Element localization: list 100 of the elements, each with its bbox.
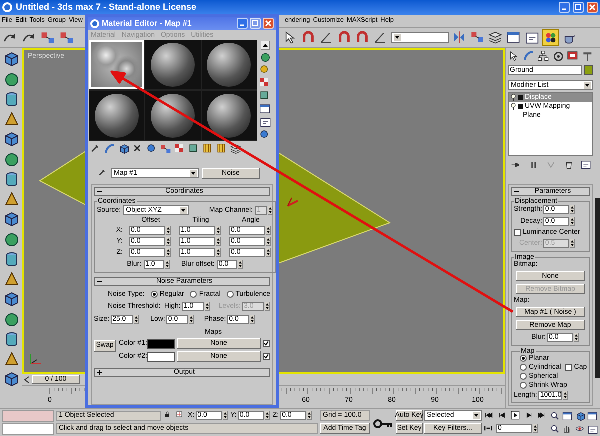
monitor-icon[interactable] bbox=[566, 50, 578, 62]
spinner-icon[interactable] bbox=[166, 248, 171, 257]
cube-icon[interactable] bbox=[574, 410, 586, 422]
spinner-icon[interactable] bbox=[264, 411, 270, 420]
square-icon[interactable] bbox=[188, 143, 200, 155]
bars-icon[interactable] bbox=[216, 143, 228, 155]
cursor-icon[interactable] bbox=[283, 30, 298, 45]
close-button[interactable] bbox=[587, 2, 598, 13]
radio-icon[interactable] bbox=[520, 364, 527, 371]
last-frame-icon[interactable] bbox=[538, 410, 548, 420]
spinner-icon[interactable] bbox=[166, 226, 171, 235]
spinner-icon[interactable] bbox=[222, 411, 228, 420]
magnifier-icon[interactable] bbox=[550, 410, 562, 422]
scroll-arrow-icon[interactable] bbox=[260, 41, 270, 50]
bulb-icon[interactable] bbox=[511, 94, 516, 101]
spinner-icon[interactable] bbox=[166, 237, 171, 246]
maximize-button[interactable] bbox=[250, 18, 261, 29]
square-icon[interactable] bbox=[259, 90, 271, 102]
spinner-icon[interactable] bbox=[266, 226, 271, 235]
spinner-icon[interactable] bbox=[563, 391, 568, 400]
spinner-icon[interactable] bbox=[307, 411, 312, 420]
hierarchy-icon[interactable] bbox=[537, 50, 550, 62]
spinner-icon[interactable] bbox=[570, 205, 576, 214]
circle-icon[interactable] bbox=[552, 50, 564, 62]
config-icon[interactable] bbox=[586, 424, 598, 436]
first-frame-icon[interactable] bbox=[484, 410, 494, 420]
window-icon[interactable] bbox=[506, 30, 521, 45]
maximize-button[interactable] bbox=[573, 2, 584, 13]
sample-slot[interactable] bbox=[145, 91, 201, 140]
spinner-icon[interactable] bbox=[268, 206, 273, 214]
checkbox-icon[interactable] bbox=[263, 353, 270, 360]
spinner-icon[interactable] bbox=[216, 248, 221, 257]
magnet-icon[interactable] bbox=[337, 30, 352, 45]
spinner-icon[interactable] bbox=[134, 315, 139, 324]
spinner-icon[interactable] bbox=[570, 217, 576, 226]
sphere-icon[interactable] bbox=[259, 51, 271, 63]
window-icon[interactable] bbox=[259, 103, 271, 115]
spinner-icon[interactable] bbox=[189, 315, 194, 324]
magnifier-icon[interactable] bbox=[550, 424, 562, 436]
config-icon[interactable] bbox=[524, 30, 539, 45]
bars-icon[interactable] bbox=[202, 143, 214, 155]
cube-icon[interactable] bbox=[118, 143, 130, 155]
spinner-icon[interactable] bbox=[265, 302, 270, 311]
script-listener-field[interactable] bbox=[2, 410, 54, 422]
spinner-icon[interactable] bbox=[574, 333, 579, 342]
material-editor-button[interactable] bbox=[542, 29, 559, 46]
spinner-icon[interactable] bbox=[204, 302, 210, 311]
radio-icon[interactable] bbox=[520, 382, 527, 389]
angle-icon[interactable] bbox=[373, 30, 388, 45]
radio-icon[interactable] bbox=[520, 373, 527, 380]
checkbox-icon[interactable] bbox=[263, 340, 270, 347]
spinner-icon[interactable] bbox=[266, 248, 271, 257]
radio-icon[interactable] bbox=[226, 291, 234, 298]
sample-slot[interactable] bbox=[202, 40, 257, 89]
checker-icon[interactable] bbox=[259, 77, 271, 89]
next-frame-icon[interactable] bbox=[524, 410, 534, 420]
checkbox-icon[interactable] bbox=[565, 364, 572, 371]
sample-slot[interactable] bbox=[202, 91, 257, 140]
crosshair-icon[interactable] bbox=[176, 411, 185, 420]
play-icon[interactable] bbox=[511, 410, 521, 420]
prev-frame-icon[interactable] bbox=[498, 410, 508, 420]
selection-set-field[interactable] bbox=[391, 32, 449, 43]
minimize-button[interactable] bbox=[559, 2, 570, 13]
magnet-icon[interactable] bbox=[355, 30, 370, 45]
spinner-icon[interactable] bbox=[570, 239, 576, 248]
bulb-icon[interactable] bbox=[511, 103, 516, 110]
script-listener-field[interactable] bbox=[2, 423, 54, 435]
sample-slot[interactable] bbox=[89, 91, 144, 140]
layers-icon[interactable] bbox=[488, 30, 503, 45]
close-button[interactable] bbox=[263, 18, 274, 29]
spinner-icon[interactable] bbox=[238, 260, 243, 269]
spinner-icon[interactable] bbox=[250, 315, 256, 324]
color-swatch[interactable] bbox=[147, 338, 175, 348]
spinner-icon[interactable] bbox=[164, 260, 170, 269]
object-color-swatch[interactable] bbox=[584, 65, 593, 75]
minimize-button[interactable] bbox=[237, 18, 248, 29]
radio-icon[interactable] bbox=[190, 291, 198, 298]
angle-icon[interactable] bbox=[319, 30, 334, 45]
eyedropper-icon[interactable] bbox=[98, 168, 108, 178]
spinner-icon[interactable] bbox=[266, 237, 271, 246]
window-icon[interactable] bbox=[586, 410, 598, 422]
window-icon[interactable] bbox=[562, 410, 574, 422]
spinner-icon[interactable] bbox=[216, 237, 221, 246]
spinner-icon[interactable] bbox=[533, 424, 538, 433]
key-mode-icon[interactable] bbox=[484, 424, 494, 434]
config-icon[interactable] bbox=[580, 158, 591, 170]
config-icon[interactable] bbox=[259, 116, 271, 128]
mirror-icon[interactable] bbox=[452, 30, 467, 45]
cursor-icon[interactable] bbox=[508, 50, 520, 62]
checkbox-icon[interactable] bbox=[514, 229, 521, 236]
link-icon[interactable] bbox=[59, 30, 75, 46]
radio-icon[interactable] bbox=[150, 291, 158, 298]
sample-slot[interactable] bbox=[145, 40, 201, 89]
checker-icon[interactable] bbox=[174, 143, 186, 155]
radio-icon[interactable] bbox=[520, 355, 527, 362]
caret-icon bbox=[473, 412, 480, 419]
spinner-icon[interactable] bbox=[216, 226, 221, 235]
scroll-bar[interactable] bbox=[595, 198, 600, 378]
color-swatch[interactable] bbox=[147, 352, 175, 362]
hammer-icon[interactable] bbox=[580, 50, 593, 62]
